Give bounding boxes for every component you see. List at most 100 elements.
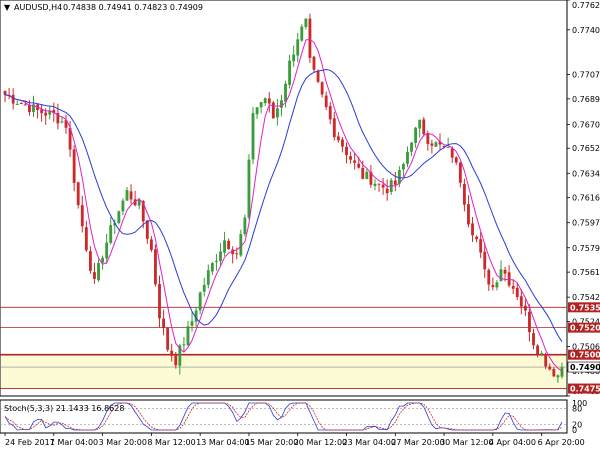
candle-body (467, 204, 470, 225)
candle-body (88, 251, 92, 271)
symbol-menu-arrow-icon[interactable]: ▼ (4, 3, 11, 12)
price-tick-label: 0.76340 (572, 169, 600, 178)
time-tick-label: 4 Apr 04:00 (489, 438, 536, 447)
candle-body (182, 344, 186, 346)
time-tick-label: 20 Mar 12:00 (294, 438, 347, 447)
candle-body (430, 143, 434, 146)
candle-body (280, 100, 283, 108)
candle-body (60, 121, 64, 123)
candle-body (117, 211, 121, 223)
candle-body (556, 375, 560, 378)
candle-body (560, 367, 564, 377)
candle-body (491, 285, 495, 288)
candle-body (227, 240, 231, 250)
candle-body (523, 305, 527, 311)
candle-body (84, 227, 88, 251)
time-tick-label: 1 Mar 04:00 (50, 438, 98, 447)
candle-body (109, 225, 113, 243)
time-tick-label: 6 Apr 20:00 (538, 438, 585, 447)
candle-body (418, 119, 422, 129)
price-tick-label: 0.76525 (572, 144, 600, 153)
price-tick-label: 0.77070 (572, 70, 600, 79)
candle-body (402, 164, 405, 170)
candle-body (190, 321, 194, 326)
candle-body (19, 102, 23, 104)
chart-canvas[interactable]: ▼ AUDUSD,H4 0.74838 0.74941 0.74823 0.74… (0, 0, 600, 450)
candle-body (300, 26, 304, 41)
candle-body (125, 190, 129, 201)
candle-body (528, 311, 531, 333)
candle-body (97, 263, 100, 281)
price-tick-label: 0.75425 (572, 293, 600, 302)
candle-body (341, 139, 344, 147)
candle-body (381, 184, 385, 188)
candle-body (76, 182, 80, 206)
level-tag: 0.75000 (568, 349, 600, 360)
candle-body (414, 127, 418, 143)
candle-body (158, 283, 161, 319)
current-price-label: 0.74909 (570, 363, 600, 372)
candle-body (548, 366, 552, 370)
candle-body (80, 205, 84, 227)
candle-body (450, 148, 454, 158)
candle-body (210, 263, 214, 272)
candle-body (40, 109, 44, 114)
candle-body (44, 112, 48, 116)
candle-body (320, 82, 324, 95)
candle-body (11, 94, 15, 104)
candle-body (434, 142, 438, 147)
candle-body (495, 282, 499, 288)
level-tag-label: 0.75000 (570, 351, 600, 360)
candle-body (23, 104, 27, 106)
candle-body (162, 318, 165, 328)
candle-body (503, 269, 507, 274)
stoch-tick-label: 0 (572, 426, 577, 435)
candle-body (479, 239, 483, 253)
candle-body (393, 180, 397, 185)
price-axis: 0.77620 0.77400 0.77070 0.76890 0.76700 0.765… (567, 0, 600, 397)
candle-body (174, 354, 178, 366)
candle-body (149, 239, 153, 250)
candle-body (215, 260, 218, 263)
candle-body (198, 292, 202, 311)
candle-body (357, 163, 361, 168)
candle-body (72, 149, 76, 183)
candle-body (284, 83, 287, 102)
candle-body (186, 326, 190, 345)
candle-body (336, 136, 340, 141)
candle-body (332, 118, 336, 138)
candle-body (544, 354, 548, 367)
candle-body (267, 98, 271, 104)
candle-body (275, 108, 279, 118)
price-tick-label: 0.76890 (572, 95, 600, 104)
candle-body (308, 18, 312, 58)
candle-body (410, 142, 413, 152)
candle-body (373, 183, 377, 186)
candle-body (312, 56, 316, 70)
time-tick-label: 15 Mar 20:00 (245, 438, 298, 447)
candle-body (365, 171, 369, 180)
price-tick-label: 0.77620 (572, 1, 600, 10)
stoch-tick-label: 80 (572, 404, 582, 413)
candle-body (170, 350, 174, 356)
candle-body (255, 107, 259, 115)
current-price-tag: 0.74909 (567, 361, 600, 373)
candle-body (288, 60, 292, 85)
candle-body (406, 152, 409, 164)
time-tick-label: 3 Mar 20:00 (99, 438, 147, 447)
level-tag-label: 0.74750 (570, 385, 600, 394)
candle-body (540, 353, 544, 355)
candle-body (422, 119, 426, 135)
chart-window[interactable]: ▼ AUDUSD,H4 0.74838 0.74941 0.74823 0.74… (0, 0, 600, 450)
candle-body (328, 106, 332, 120)
candle-body (247, 159, 251, 218)
candle-body (263, 98, 267, 104)
candle-body (219, 251, 222, 262)
candle-body (462, 184, 466, 205)
candle-body (353, 160, 357, 163)
time-tick-label: 24 Feb 2017 (5, 438, 55, 447)
candle-body (515, 287, 519, 298)
candle-body (454, 157, 458, 163)
candle-body (259, 102, 263, 108)
candle-body (206, 270, 210, 285)
